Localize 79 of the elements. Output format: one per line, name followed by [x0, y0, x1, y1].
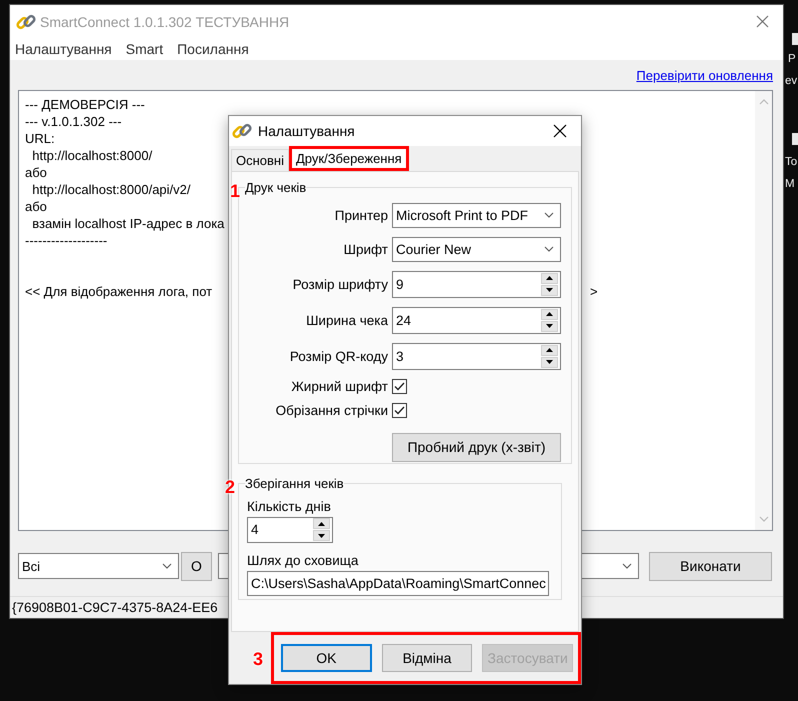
scroll-down-icon: [758, 516, 768, 522]
number-field[interactable]: 24: [392, 306, 561, 334]
filter-button[interactable]: О: [181, 552, 212, 580]
log-line: -------------------: [25, 233, 108, 248]
triangle-up-icon: [546, 348, 553, 352]
number-field[interactable]: 9: [392, 270, 561, 298]
annotation-number: 1: [230, 180, 240, 202]
triangle-down-icon: [546, 288, 553, 292]
log-line: або: [25, 165, 47, 180]
status-text: {76908B01-C9C7-4375-8A24-EE6: [12, 600, 218, 615]
filter-dropdown[interactable]: Всі: [18, 553, 179, 579]
annotation-number: 2: [225, 476, 236, 498]
field-label: Ширина чека: [306, 312, 388, 328]
group-title: Друк чеків: [245, 180, 306, 195]
dropdown[interactable]: Microsoft Print to PDF: [392, 202, 561, 228]
desktop-label: M: [785, 178, 795, 190]
log-line: --- ДЕМОВЕРСІЯ ---: [25, 97, 145, 112]
menu-item[interactable]: Налаштування: [15, 41, 112, 57]
check-icon: [394, 382, 405, 391]
spin-down-button[interactable]: [541, 284, 558, 296]
log-line: взамін localhost IP-адрес в лока: [31, 216, 224, 231]
field-label: Розмір шрифту: [292, 276, 388, 292]
log-line: http://localhost:8000/api/v2/: [31, 182, 190, 197]
tab[interactable]: Основні: [231, 148, 289, 171]
field-label: Кількість днів: [247, 498, 331, 514]
chevron-down-icon: [544, 212, 554, 218]
log-line: або: [25, 199, 47, 214]
dialog-title: Налаштування: [258, 122, 355, 139]
log-line: http://localhost:8000/: [31, 148, 152, 163]
spin-up-button[interactable]: [313, 518, 330, 530]
triangle-up-icon: [546, 312, 553, 316]
desktop-label: To: [785, 156, 798, 168]
close-icon[interactable]: [553, 124, 567, 138]
log-line: --- v.1.0.1.302 ---: [25, 114, 122, 129]
menu-item[interactable]: Smart: [126, 41, 164, 57]
path-field[interactable]: C:\Users\Sasha\AppData\Roaming\SmartConnec: [247, 570, 549, 596]
dialog-button[interactable]: Відміна: [382, 644, 472, 672]
spin-up-button[interactable]: [541, 344, 558, 356]
field-label: Жирний шрифт: [291, 378, 388, 394]
triangle-down-icon: [546, 360, 553, 364]
log-line: << Для відображення лога, пот: [25, 284, 212, 299]
log-line: >: [590, 283, 598, 300]
spin-down-button[interactable]: [541, 320, 558, 332]
triangle-down-icon: [546, 324, 553, 328]
dialog-button[interactable]: OK: [281, 644, 372, 672]
number-field[interactable]: 4: [247, 516, 333, 543]
chevron-down-icon: [544, 246, 554, 252]
window-title: SmartConnect 1.0.1.302 ТЕСТУВАННЯ: [40, 14, 290, 30]
field-label: Обрізання стрічки: [276, 402, 388, 418]
chevron-down-icon: [162, 563, 172, 569]
check-icon: [394, 406, 405, 415]
desktop-label: ev: [785, 75, 798, 87]
field-label: Шлях до сховища: [247, 552, 358, 568]
checkbox[interactable]: [392, 378, 407, 394]
checkbox[interactable]: [392, 402, 407, 418]
group-title: Зберігання чеків: [245, 476, 344, 491]
spin-down-button[interactable]: [313, 530, 330, 542]
chevron-down-icon: [622, 563, 632, 569]
update-link[interactable]: Перевірити оновлення: [636, 68, 773, 82]
number-field[interactable]: 3: [392, 342, 561, 370]
spin-down-button[interactable]: [541, 356, 558, 368]
desktop-label: P: [788, 53, 796, 65]
spin-up-button[interactable]: [541, 308, 558, 320]
run-button[interactable]: Виконати: [649, 552, 772, 580]
dropdown[interactable]: Courier New: [392, 236, 561, 262]
triangle-up-icon: [546, 276, 553, 280]
log-line: URL:: [25, 131, 55, 146]
field-label: Принтер: [334, 208, 388, 223]
test-print-button[interactable]: Пробний друк (х-звіт): [392, 432, 561, 462]
annotation-number: 3: [253, 648, 264, 670]
scrollbar[interactable]: [755, 91, 772, 530]
tab[interactable]: Друк/Збереження: [289, 146, 409, 171]
spin-up-button[interactable]: [541, 272, 558, 284]
menu-item[interactable]: Посилання: [177, 41, 249, 57]
triangle-down-icon: [318, 534, 325, 538]
triangle-up-icon: [318, 522, 325, 526]
scroll-up-icon: [758, 99, 768, 105]
field-label: Шрифт: [344, 242, 388, 257]
field-label: Розмір QR-коду: [290, 348, 388, 364]
